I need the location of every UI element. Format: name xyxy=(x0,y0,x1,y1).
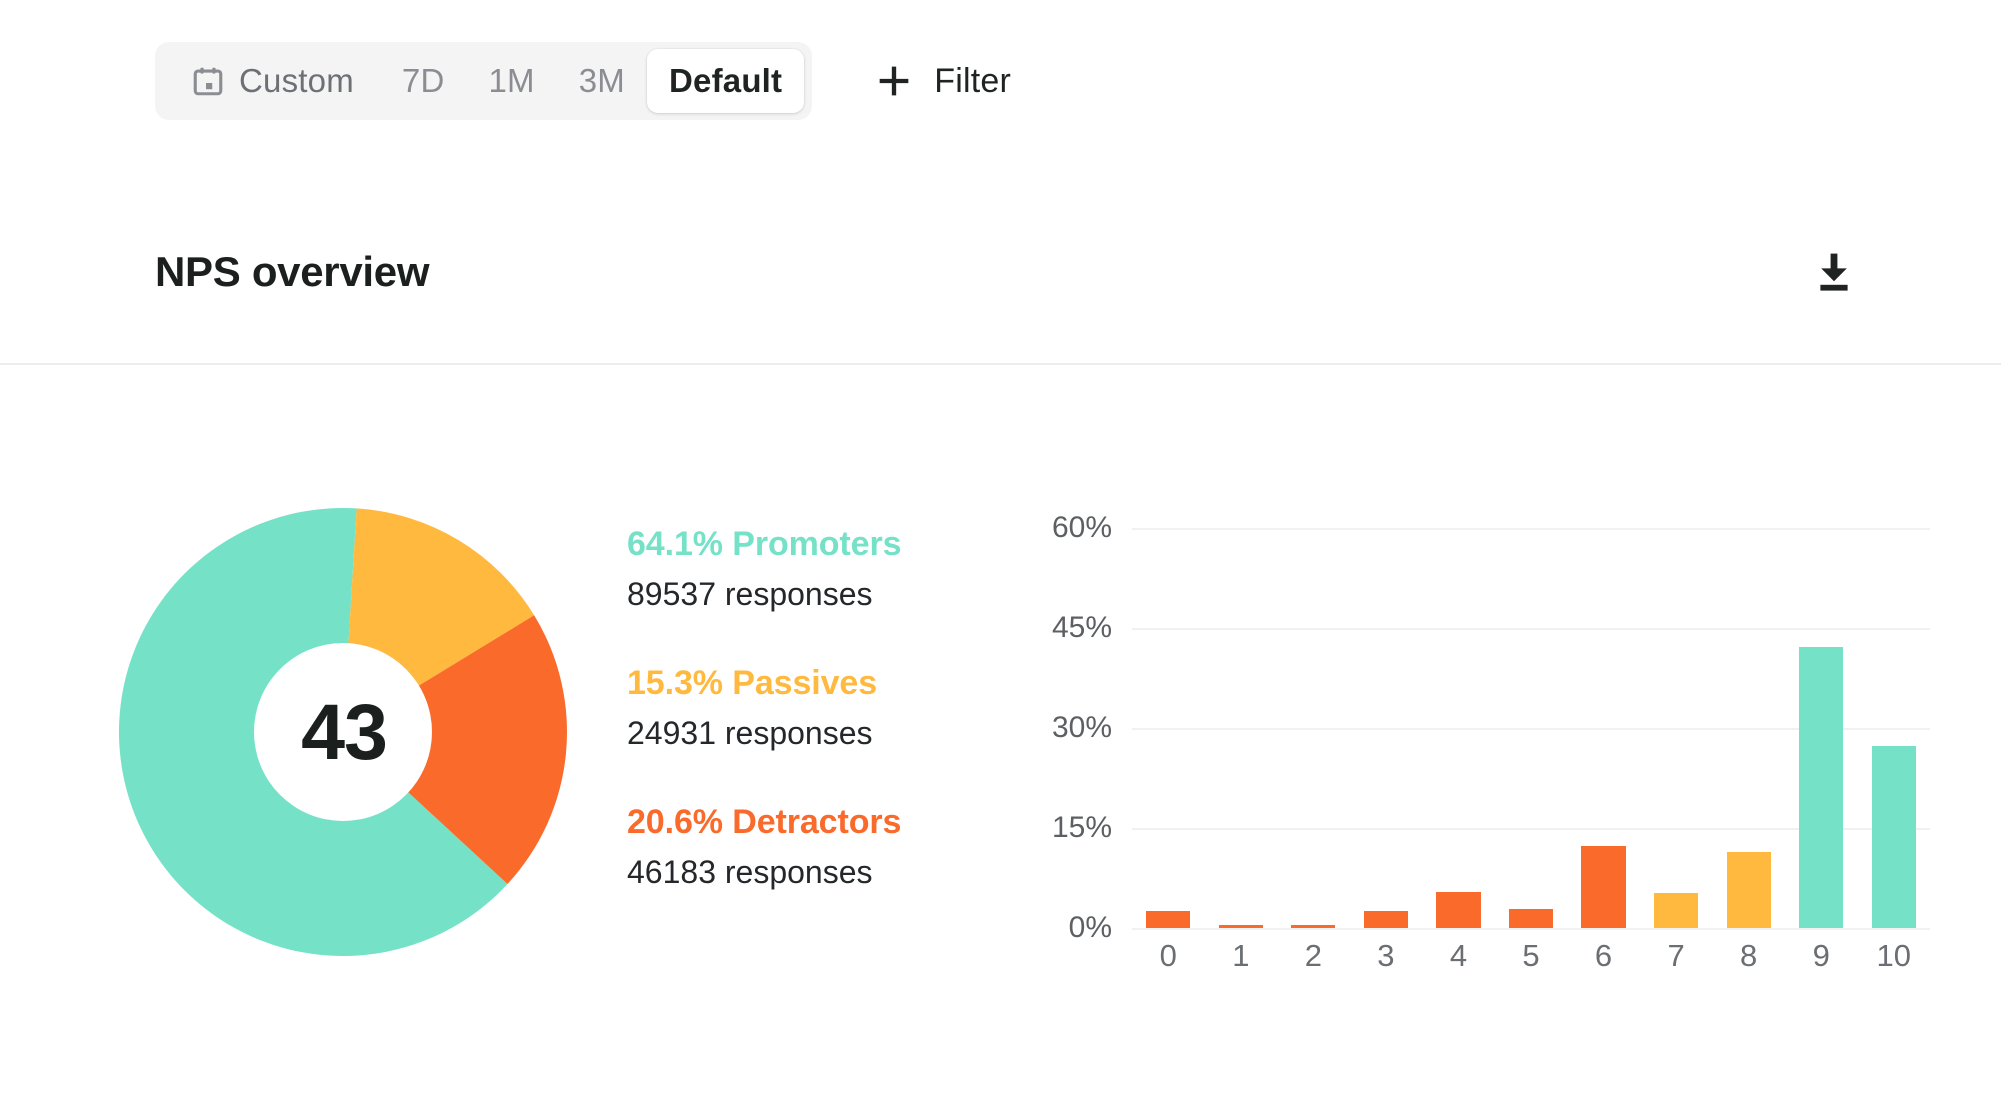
bar[interactable] xyxy=(1436,892,1481,928)
range-button-custom[interactable]: Custom xyxy=(163,49,380,113)
legend-item-passives: 15.3% Passives 24931 responses xyxy=(627,662,957,754)
range-label-1m: 1M xyxy=(488,62,535,99)
bar-series xyxy=(1132,528,1930,928)
date-range-toolbar: Custom 7D 1M 3M Default Filter xyxy=(155,42,1011,120)
date-range-group: Custom 7D 1M 3M Default xyxy=(155,42,813,120)
range-label-3m: 3M xyxy=(578,62,625,99)
bar-cell xyxy=(1350,528,1423,928)
bar-cell xyxy=(1132,528,1205,928)
y-tick-label: 60% xyxy=(1051,511,1112,544)
range-button-3m[interactable]: 3M xyxy=(557,49,647,113)
bar[interactable] xyxy=(1363,910,1409,928)
bar[interactable] xyxy=(1508,909,1554,928)
bar-cell xyxy=(1567,528,1640,928)
header-divider xyxy=(0,363,2001,365)
y-tick-label: 45% xyxy=(1051,611,1112,644)
x-tick-label: 4 xyxy=(1449,938,1468,973)
bar[interactable] xyxy=(1726,852,1771,928)
bar[interactable] xyxy=(1581,846,1626,928)
legend-responses-detractors: 46183 responses xyxy=(627,853,873,890)
x-tick-label: 9 xyxy=(1812,938,1830,973)
bar[interactable] xyxy=(1146,910,1191,928)
download-icon xyxy=(1810,248,1858,296)
bar[interactable] xyxy=(1291,925,1336,928)
x-tick-label: 0 xyxy=(1159,938,1177,973)
nps-legend: 64.1% Promoters 89537 responses 15.3% Pa… xyxy=(627,523,957,893)
nps-overview-screen: Custom 7D 1M 3M Default Filter NPS overv… xyxy=(0,0,2001,1094)
page-title: NPS overview xyxy=(155,248,430,295)
x-tick-label: 3 xyxy=(1377,938,1395,973)
legend-percent-detractors: 20.6% Detractors xyxy=(627,803,902,842)
bar-cell xyxy=(1422,528,1495,928)
legend-responses-promoters: 89537 responses xyxy=(627,575,873,612)
range-button-default[interactable]: Default xyxy=(647,49,805,113)
plot-area xyxy=(1132,528,1930,930)
bar[interactable] xyxy=(1653,893,1699,928)
range-button-7d[interactable]: 7D xyxy=(380,49,467,113)
add-filter-button[interactable]: Filter xyxy=(874,61,1011,101)
x-tick-label: 2 xyxy=(1304,938,1322,973)
bar-cell xyxy=(1857,528,1930,928)
x-tick-label: 1 xyxy=(1232,938,1250,973)
legend-percent-promoters: 64.1% Promoters xyxy=(627,525,902,563)
bar-cell xyxy=(1712,528,1785,928)
x-tick-label: 7 xyxy=(1667,938,1685,973)
y-axis-labels: 0% 15% 30% 45% 60% xyxy=(1020,511,1112,944)
nps-score: 43 xyxy=(301,687,388,776)
filter-label: Filter xyxy=(934,61,1012,100)
calendar-icon xyxy=(191,64,225,98)
plus-icon xyxy=(874,61,914,101)
range-label-7d: 7D xyxy=(401,62,445,99)
legend-item-promoters: 64.1% Promoters 89537 responses xyxy=(627,523,957,615)
bar-cell xyxy=(1205,528,1278,928)
bar[interactable] xyxy=(1871,746,1916,928)
y-tick-label: 15% xyxy=(1051,811,1112,844)
download-button[interactable] xyxy=(1810,242,1870,302)
grid-line xyxy=(1132,928,1930,930)
x-tick-label: 10 xyxy=(1876,938,1911,973)
legend-percent-passives: 15.3% Passives xyxy=(627,664,878,703)
x-axis-labels: 0 1 2 3 4 5 6 7 8 9 10 xyxy=(1132,938,1930,974)
range-label-default: Default xyxy=(669,62,783,99)
bar[interactable] xyxy=(1799,646,1844,928)
x-tick-label: 6 xyxy=(1594,938,1613,973)
range-button-1m[interactable]: 1M xyxy=(467,49,557,113)
bar-cell xyxy=(1640,528,1713,928)
bar-cell xyxy=(1495,528,1568,928)
x-tick-label: 8 xyxy=(1740,938,1758,973)
bar-cell xyxy=(1277,528,1350,928)
bar-cell xyxy=(1785,528,1858,928)
legend-item-detractors: 20.6% Detractors 46183 responses xyxy=(627,801,957,893)
score-distribution-chart: 0% 15% 30% 45% 60% 0 1 2 3 4 5 6 7 8 9 10 xyxy=(1020,511,1930,988)
y-tick-label: 30% xyxy=(1051,711,1112,744)
nps-donut-chart: 43 xyxy=(113,500,573,964)
legend-responses-passives: 24931 responses xyxy=(627,714,873,751)
y-tick-label: 0% xyxy=(1068,911,1112,944)
bar[interactable] xyxy=(1218,925,1263,928)
range-label-custom: Custom xyxy=(239,62,354,99)
x-tick-label: 5 xyxy=(1522,938,1540,973)
